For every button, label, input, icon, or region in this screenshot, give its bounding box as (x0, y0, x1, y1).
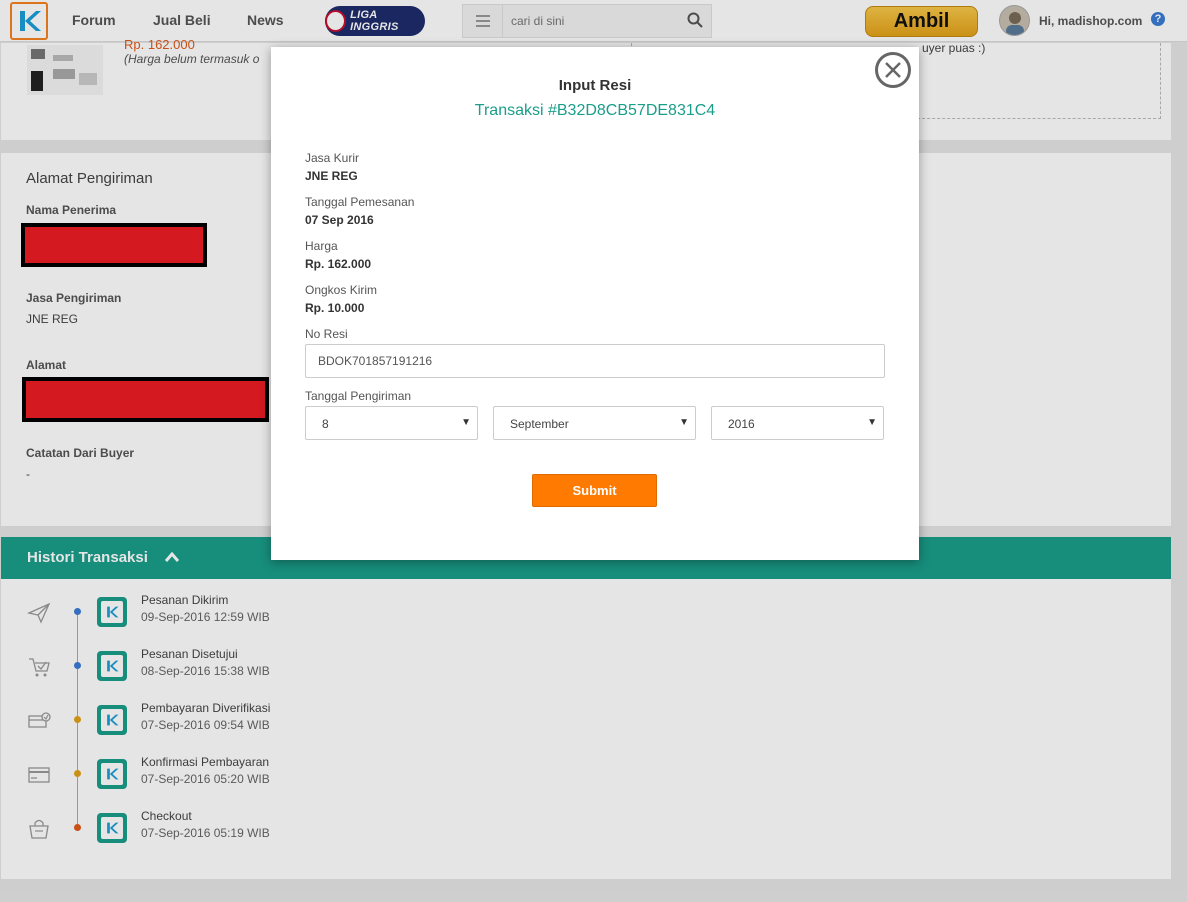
courier-label: Jasa Kurir (305, 151, 360, 165)
day-select[interactable]: 8 ▼ (305, 406, 478, 440)
modal-title: Input Resi (558, 77, 632, 94)
shipping-cost-label: Ongkos Kirim (305, 283, 378, 297)
price-label: Harga (305, 239, 338, 253)
shipping-cost-value: Rp. 10.000 (305, 301, 365, 315)
ship-date-label: Tanggal Pengiriman (305, 389, 412, 403)
resi-input[interactable] (305, 344, 885, 378)
year-select[interactable]: 2016 ▼ (711, 406, 884, 440)
month-select-value: September (510, 417, 569, 431)
dropdown-arrow-icon: ▼ (679, 417, 689, 428)
year-select-value: 2016 (728, 417, 755, 431)
dropdown-arrow-icon: ▼ (867, 417, 877, 428)
courier-value: JNE REG (305, 169, 358, 183)
price-value: Rp. 162.000 (305, 257, 372, 271)
day-select-value: 8 (322, 417, 329, 431)
order-date-label: Tanggal Pemesanan (305, 195, 415, 209)
resi-label: No Resi (305, 327, 348, 341)
dropdown-arrow-icon: ▼ (461, 417, 471, 428)
transaction-id: Transaksi #B32D8CB57DE831C4 (474, 102, 716, 119)
month-select[interactable]: September ▼ (493, 406, 696, 440)
order-date-value: 07 Sep 2016 (305, 213, 374, 227)
input-resi-modal: Input Resi Transaksi #B32D8CB57DE831C4 J… (271, 47, 919, 560)
submit-button[interactable]: Submit (532, 474, 657, 507)
